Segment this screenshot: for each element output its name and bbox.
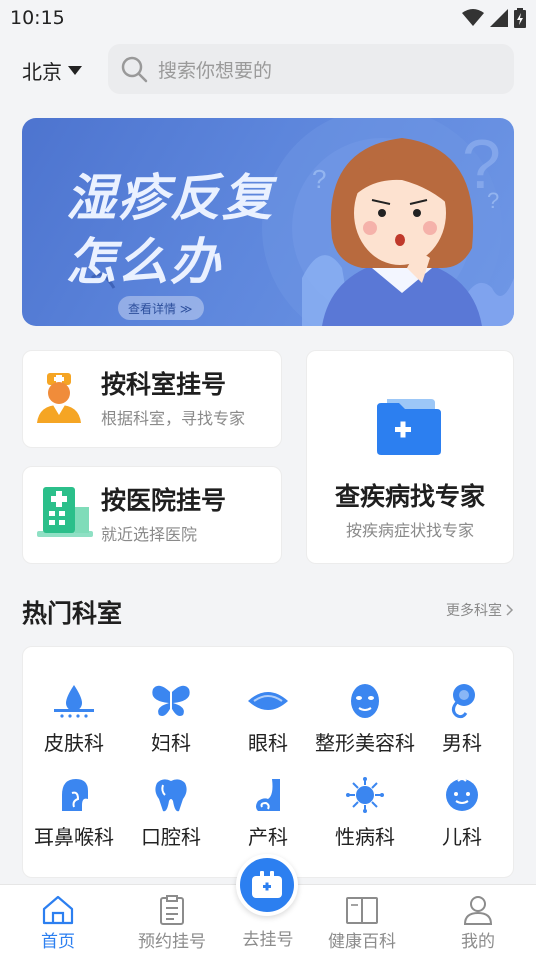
department-card-subtitle: 根据科室，寻找专家 [101, 409, 246, 428]
wifi-icon [462, 9, 484, 26]
register-fab-button[interactable] [236, 854, 298, 916]
department-label: 整形美容科 [315, 731, 415, 755]
eye-icon [248, 692, 288, 710]
home-icon [42, 895, 74, 925]
tab-appointment[interactable]: 预约挂号 [122, 895, 222, 952]
city-selector[interactable]: 北京 [22, 56, 82, 85]
status-icons [462, 8, 526, 28]
department-item[interactable]: 整形美容科 [315, 683, 415, 756]
hospital-card-title: 按医院挂号 [101, 486, 227, 515]
hospital-card-subtitle: 就近选择医院 [101, 525, 198, 544]
face-icon [351, 684, 379, 718]
department-item[interactable]: 儿科 [413, 777, 511, 850]
promo-banner[interactable]: ? ? ? 湿疹反复 怎么办 查看详情 ≫ [22, 118, 514, 326]
tab-label: 首页 [41, 932, 75, 952]
search-icon [121, 56, 148, 83]
tab-register[interactable]: 去挂号 [218, 925, 318, 950]
department-label: 妇科 [151, 731, 191, 755]
status-time: 10:15 [10, 7, 65, 29]
caret-down-icon [68, 65, 82, 75]
department-item[interactable]: 性病科 [316, 777, 414, 850]
tab-encyclopedia[interactable]: 健康百科 [312, 895, 412, 952]
user-icon [463, 896, 493, 925]
baby-icon [446, 778, 478, 811]
department-label: 口腔科 [141, 825, 201, 849]
more-departments-link[interactable]: 更多科室 [446, 600, 514, 620]
department-label: 性病科 [335, 825, 395, 849]
header: 北京 搜索你想要的 [0, 42, 536, 96]
signal-icon [490, 9, 508, 27]
tooth-icon [155, 779, 187, 812]
search-input[interactable]: 搜索你想要的 [108, 44, 514, 94]
book-icon [346, 897, 378, 924]
battery-icon [514, 8, 526, 28]
hot-departments-grid: 皮肤科 妇科 眼科 整形美容科 男科 耳鼻喉科 口腔科 产科 性病科 儿科 [22, 646, 514, 878]
department-item[interactable]: 男科 [413, 683, 511, 756]
tab-label: 预约挂号 [138, 932, 206, 952]
banner-headline-1: 湿疹反复 [66, 169, 274, 227]
disease-card-subtitle: 按疾病症状找专家 [345, 521, 474, 540]
register-by-department-card[interactable]: 按科室挂号 根据科室，寻找专家 [22, 350, 282, 448]
butterfly-icon [152, 685, 190, 716]
banner-details-link[interactable]: 查看详情 ≫ [118, 296, 205, 320]
disease-card-title: 查疾病找专家 [334, 482, 485, 511]
banner-headline-2: 怎么办 [66, 233, 222, 291]
department-label: 皮肤科 [44, 731, 104, 755]
department-item[interactable]: 耳鼻喉科 [25, 777, 123, 850]
hospital-icon [37, 487, 93, 537]
medical-kit-icon [252, 871, 282, 898]
register-by-hospital-card[interactable]: 按医院挂号 就近选择医院 [22, 466, 282, 564]
virus-icon [346, 777, 384, 813]
tab-label: 我的 [461, 932, 495, 952]
find-expert-by-disease-card[interactable]: 查疾病找专家 按疾病症状找专家 [306, 350, 514, 564]
skin-icon [54, 685, 94, 718]
svg-text:?: ? [487, 188, 499, 213]
department-label: 儿科 [442, 825, 482, 849]
svg-text:?: ? [312, 164, 326, 194]
status-bar: 10:15 [0, 0, 536, 36]
chevron-right-icon [506, 604, 514, 616]
department-card-title: 按科室挂号 [101, 370, 227, 399]
department-label: 眼科 [248, 731, 288, 755]
head-icon [62, 779, 88, 811]
doctor-icon [37, 373, 81, 423]
department-label: 产科 [248, 825, 288, 849]
tab-home[interactable]: 首页 [8, 895, 108, 952]
department-label: 耳鼻喉科 [34, 825, 114, 849]
tab-mine[interactable]: 我的 [428, 895, 528, 952]
tab-label: 健康百科 [328, 932, 396, 952]
department-item[interactable]: 妇科 [122, 683, 220, 756]
male-icon [451, 684, 475, 719]
tab-label: 去挂号 [242, 930, 294, 950]
medical-folder-icon [377, 399, 441, 455]
department-label: 男科 [442, 731, 482, 755]
department-item[interactable]: 皮肤科 [25, 683, 123, 756]
department-item[interactable]: 产科 [219, 777, 317, 850]
city-label: 北京 [22, 60, 62, 84]
department-item[interactable]: 眼科 [219, 683, 317, 756]
search-placeholder: 搜索你想要的 [158, 59, 273, 82]
clipboard-icon [160, 895, 184, 925]
hot-departments-title: 热门科室 [22, 599, 123, 628]
department-item[interactable]: 口腔科 [122, 777, 220, 850]
fetus-icon [256, 779, 280, 811]
more-departments-label: 更多科室 [446, 603, 502, 619]
